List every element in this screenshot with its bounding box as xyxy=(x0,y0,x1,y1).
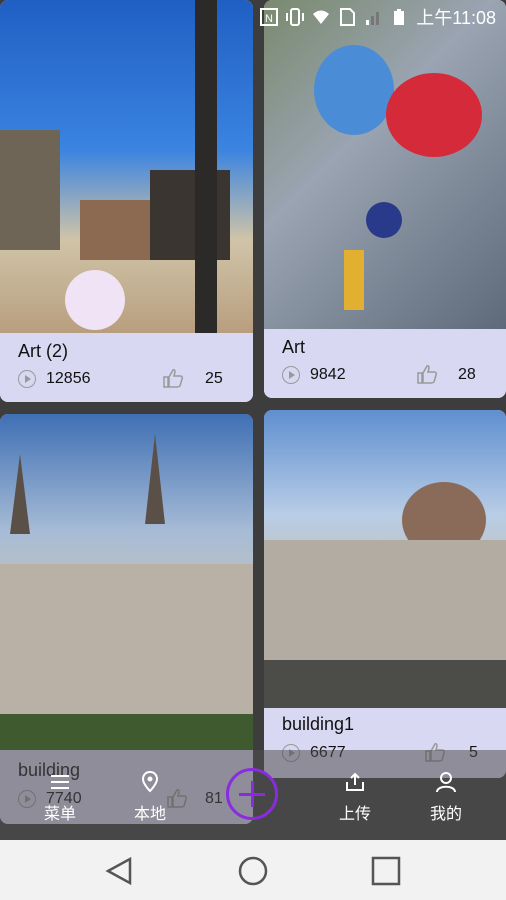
card-title: building1 xyxy=(282,714,355,734)
card-image[interactable] xyxy=(264,0,506,329)
card-views: 12856 xyxy=(46,370,91,387)
play-count-icon xyxy=(282,366,300,384)
card-views: 9842 xyxy=(310,366,346,383)
card-meta: Art (2) 12856 25 xyxy=(0,333,253,402)
card-meta: Art 9842 28 xyxy=(264,329,506,398)
nav-label-local: 本地 xyxy=(133,806,166,823)
back-icon[interactable] xyxy=(104,855,136,887)
wifi-icon xyxy=(312,8,330,26)
card-item[interactable]: Art (2) 12856 25 xyxy=(0,0,253,402)
card-image[interactable] xyxy=(0,0,253,333)
thumbs-up-icon[interactable] xyxy=(162,368,184,388)
signal-icon xyxy=(364,8,382,26)
card-likes: 28 xyxy=(458,366,476,383)
card-item[interactable]: building1 6677 5 xyxy=(264,410,506,778)
nav-item-mine[interactable]: 我的 xyxy=(406,750,486,840)
recent-apps-icon[interactable] xyxy=(370,855,402,887)
home-icon[interactable] xyxy=(237,855,269,887)
status-bar: N 上午11:08 xyxy=(0,0,506,34)
nav-item-local[interactable]: 本地 xyxy=(110,750,190,840)
card-image[interactable] xyxy=(0,414,253,750)
vibrate-icon xyxy=(286,8,305,26)
card-item[interactable]: Art 9842 28 xyxy=(264,0,506,398)
status-time: 上午11:08 xyxy=(416,8,496,28)
svg-text:N: N xyxy=(265,13,273,25)
nav-item-menu[interactable]: 菜单 xyxy=(20,750,100,840)
play-count-icon xyxy=(18,370,36,388)
sim-icon xyxy=(338,8,356,26)
upload-icon xyxy=(343,770,367,794)
nfc-icon: N xyxy=(260,8,279,26)
nav-item-upload[interactable]: 上传 xyxy=(315,750,395,840)
nav-label-menu: 菜单 xyxy=(43,806,76,823)
nav-label-mine: 我的 xyxy=(429,806,462,823)
nav-label-upload: 上传 xyxy=(338,806,371,823)
card-likes: 25 xyxy=(205,370,223,387)
system-nav-bar xyxy=(0,840,506,900)
card-title: Art xyxy=(282,337,306,357)
location-icon xyxy=(138,770,162,794)
menu-icon xyxy=(48,770,72,794)
user-icon xyxy=(434,770,458,794)
battery-icon xyxy=(390,8,408,26)
add-button[interactable] xyxy=(226,768,278,820)
thumbs-up-icon[interactable] xyxy=(416,364,438,384)
card-image[interactable] xyxy=(264,410,506,708)
card-title: Art (2) xyxy=(18,341,69,361)
